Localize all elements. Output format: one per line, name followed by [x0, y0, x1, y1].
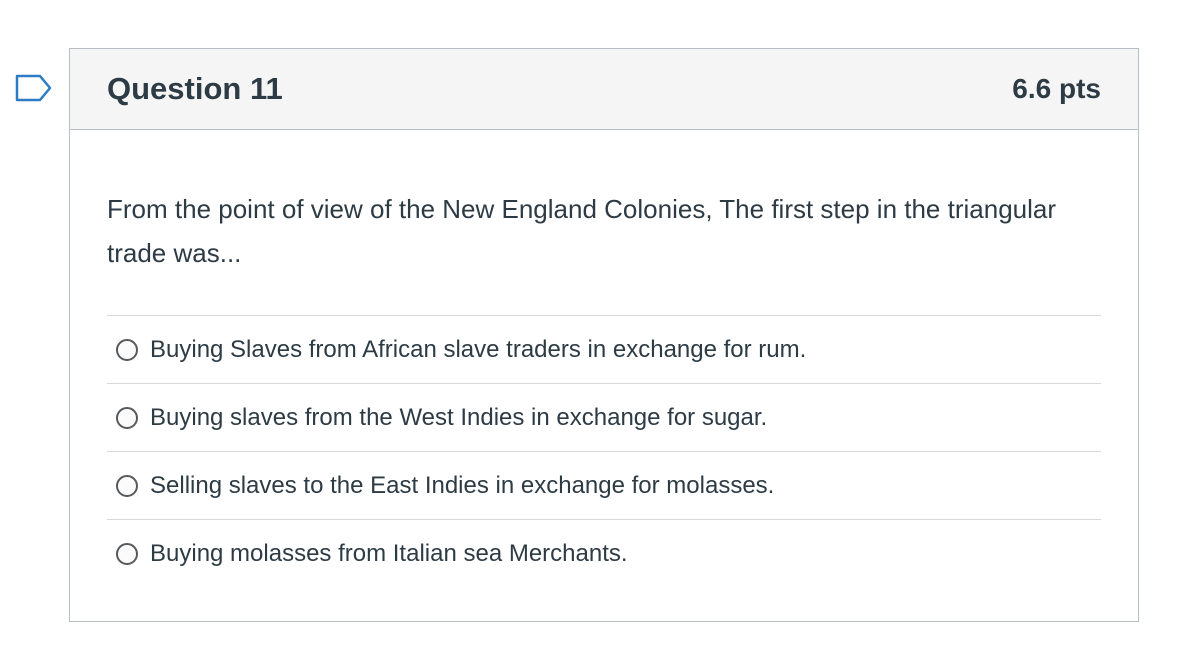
- answer-option-2[interactable]: Buying slaves from the West Indies in ex…: [107, 384, 1101, 452]
- answer-label: Buying molasses from Italian sea Merchan…: [150, 540, 628, 567]
- answer-list: Buying Slaves from African slave traders…: [107, 315, 1101, 588]
- question-text: From the point of view of the New Englan…: [107, 194, 1057, 268]
- answer-option-4[interactable]: Buying molasses from Italian sea Merchan…: [107, 520, 1101, 588]
- question-header: Question 11 6.6 pts: [70, 49, 1138, 130]
- quiz-page: Question 11 6.6 pts From the point of vi…: [0, 0, 1200, 671]
- radio-button[interactable]: [116, 474, 138, 497]
- question-card: Question 11 6.6 pts From the point of vi…: [69, 48, 1139, 622]
- answer-label: Buying slaves from the West Indies in ex…: [150, 403, 768, 431]
- answer-option-1[interactable]: Buying Slaves from African slave traders…: [107, 316, 1101, 384]
- question-title: Question 11: [107, 71, 283, 106]
- answer-label: Selling slaves to the East Indies in exc…: [150, 471, 775, 499]
- question-points: 6.6 pts: [1012, 73, 1101, 104]
- radio-button[interactable]: [116, 406, 138, 429]
- radio-button[interactable]: [116, 338, 138, 361]
- question-body: From the point of view of the New Englan…: [70, 187, 1138, 588]
- answer-option-3[interactable]: Selling slaves to the East Indies in exc…: [107, 452, 1101, 520]
- flag-question-icon[interactable]: [14, 73, 54, 103]
- radio-button[interactable]: [116, 543, 138, 565]
- answer-label: Buying Slaves from African slave traders…: [150, 335, 807, 363]
